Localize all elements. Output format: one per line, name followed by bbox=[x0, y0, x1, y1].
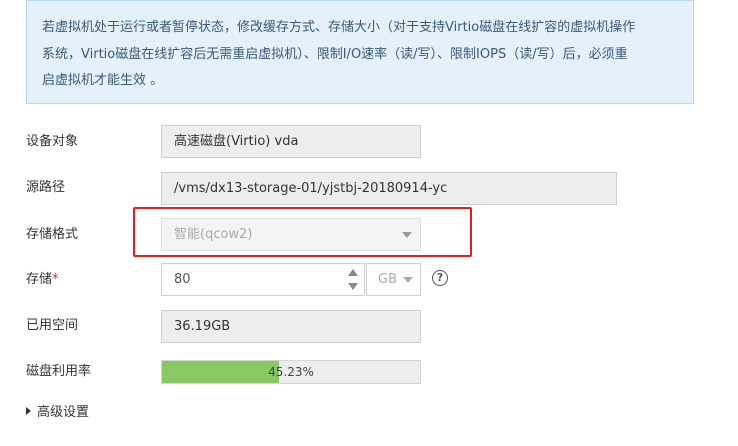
used-space-label: 已用空间 bbox=[26, 318, 79, 333]
device-label: 设备对象 bbox=[26, 134, 79, 149]
highlight-box bbox=[133, 207, 472, 257]
storage-size-value: 80 bbox=[174, 272, 191, 287]
source-path-label: 源路径 bbox=[26, 180, 66, 195]
storage-label: 存储* bbox=[26, 270, 59, 290]
storage-unit-value: GB bbox=[378, 272, 397, 287]
storage-size-input[interactable]: 80 bbox=[161, 263, 365, 296]
disk-usage-label: 磁盘利用率 bbox=[26, 364, 92, 379]
advanced-settings-toggle[interactable]: 高级设置 bbox=[26, 403, 89, 423]
used-space-field: 36.19GB bbox=[161, 310, 421, 343]
storage-format-label: 存储格式 bbox=[26, 227, 79, 242]
device-field: 高速磁盘(Virtio) vda bbox=[161, 125, 421, 158]
storage-unit-select[interactable]: GB bbox=[366, 263, 421, 296]
notice-line-1: 若虚拟机处于运行或者暂停状态，修改缓存方式、存储大小（对于支持Virtio磁盘在… bbox=[42, 20, 636, 35]
required-mark: * bbox=[52, 272, 59, 287]
storage-label-text: 存储 bbox=[26, 272, 53, 287]
source-path-field: /vms/dx13-storage-01/yjstbj-20180914-yc bbox=[161, 172, 617, 205]
caret-right-icon bbox=[26, 407, 31, 415]
spin-up-icon[interactable] bbox=[348, 269, 358, 276]
notice-line-2: 系统，Virtio磁盘在线扩容后无需重启虚拟机）、限制I/O速率（读/写）、限制… bbox=[42, 46, 628, 62]
progress-text: 45.23% bbox=[268, 365, 314, 379]
spin-down-icon[interactable] bbox=[348, 283, 358, 290]
info-notice: 若虚拟机处于运行或者暂停状态，修改缓存方式、存储大小（对于支持Virtio磁盘在… bbox=[26, 0, 694, 104]
advanced-settings-label: 高级设置 bbox=[37, 405, 90, 420]
chevron-down-icon bbox=[403, 277, 413, 283]
question-circle-icon[interactable]: ? bbox=[432, 270, 448, 286]
notice-line-3: 启虚拟机才能生效 。 bbox=[42, 73, 164, 88]
disk-usage-progress: 45.23% bbox=[161, 360, 421, 384]
